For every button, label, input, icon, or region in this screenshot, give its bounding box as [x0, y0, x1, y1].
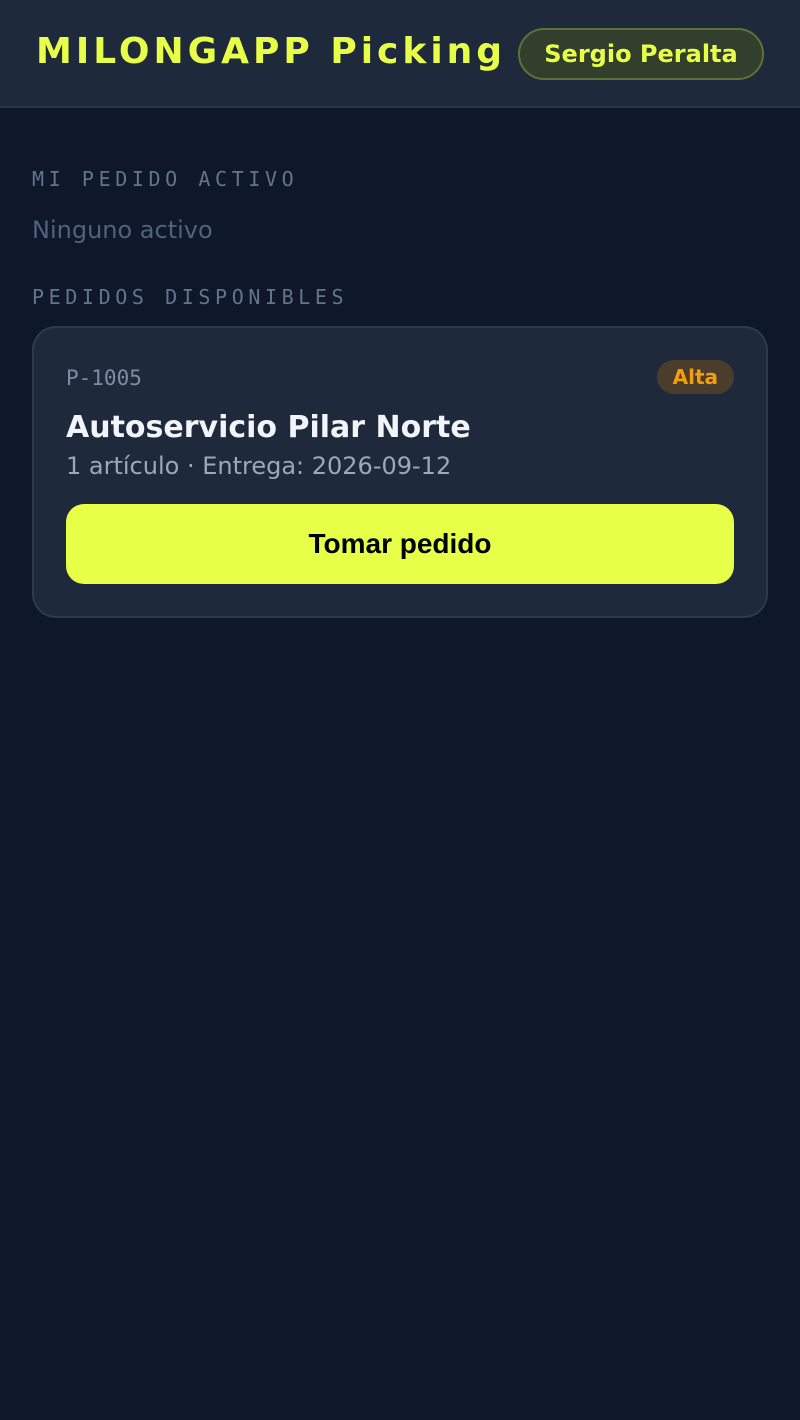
available-orders-section-label: PEDIDOS DISPONIBLES [32, 285, 349, 309]
app-title: MILONGAPP Picking [36, 31, 507, 72]
active-order-section-label: MI PEDIDO ACTIVO [32, 167, 299, 191]
user-name-badge[interactable]: Sergio Peralta [518, 28, 764, 80]
top-bar: MILONGAPP Picking Sergio Peralta [0, 0, 800, 108]
active-order-empty-text: Ninguno activo [32, 216, 213, 244]
order-id: P-1005 [66, 366, 142, 390]
order-card: P-1005 Alta Autoservicio Pilar Norte 1 a… [32, 326, 768, 618]
order-customer-name: Autoservicio Pilar Norte [66, 410, 471, 445]
order-meta: 1 artículo · Entrega: 2026-09-12 [66, 452, 452, 480]
priority-badge: Alta [656, 360, 734, 394]
take-order-button[interactable]: Tomar pedido [66, 504, 734, 584]
